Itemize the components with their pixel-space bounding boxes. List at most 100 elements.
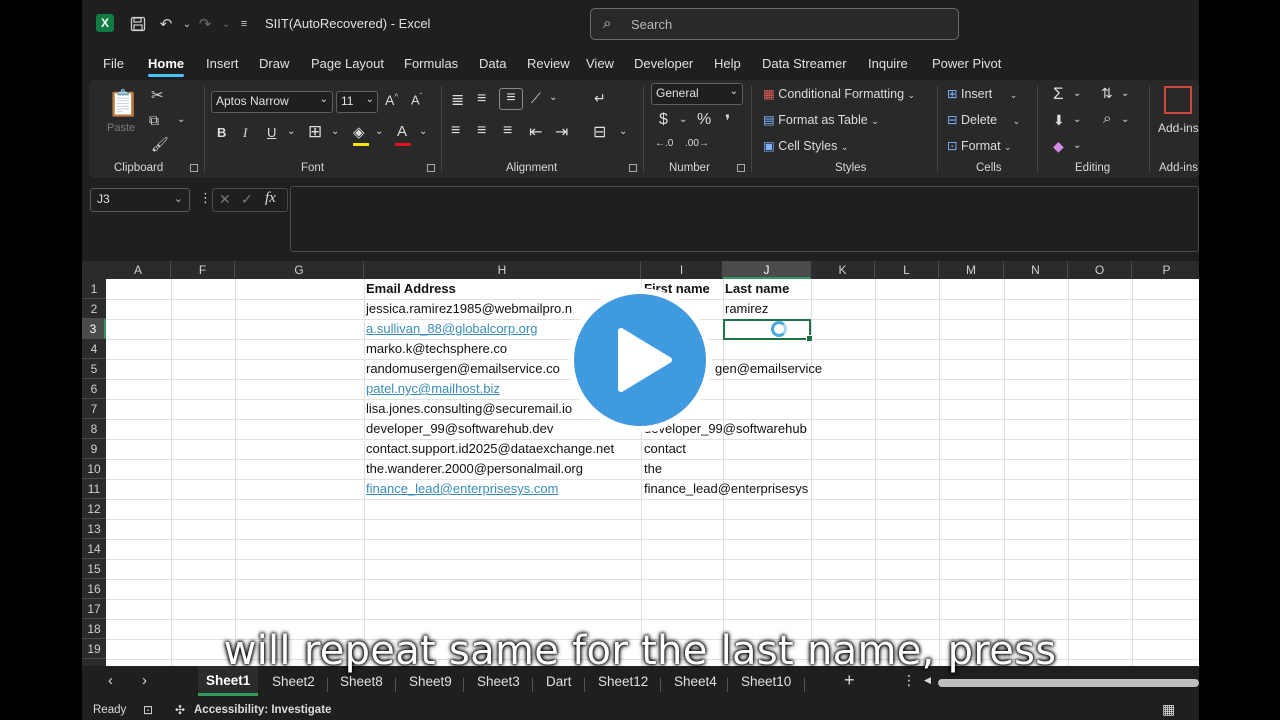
cell-h8[interactable]: developer_99@softwarehub.dev <box>366 419 553 439</box>
cut-icon[interactable]: ✂ <box>151 86 164 104</box>
row-header[interactable]: 17 <box>82 599 106 619</box>
cell-i5[interactable]: gen@emailservice <box>715 359 822 379</box>
orientation-dropdown-icon[interactable]: ⌄ <box>549 92 557 103</box>
sheet-tab-sheet8[interactable]: Sheet8 <box>340 674 383 689</box>
cell-h10[interactable]: the.wanderer.2000@personalmail.org <box>366 459 583 479</box>
cell-h11[interactable]: finance_lead@enterprisesys.com <box>366 479 558 499</box>
redo-icon[interactable]: ↷ <box>195 14 215 34</box>
merge-dropdown-icon[interactable]: ⌄ <box>619 126 627 137</box>
tab-inquire[interactable]: Inquire <box>868 56 908 71</box>
cell-h6[interactable]: patel.nyc@mailhost.biz <box>366 379 500 399</box>
row-header[interactable]: 9 <box>82 439 106 459</box>
tab-view[interactable]: View <box>586 56 614 71</box>
enter-icon[interactable]: ✓ <box>241 191 253 208</box>
column-header-k[interactable]: K <box>811 261 875 279</box>
customize-toolbar-icon[interactable]: ≡ <box>234 14 254 34</box>
row-header[interactable]: 15 <box>82 559 106 579</box>
cancel-icon[interactable]: ✕ <box>219 191 231 208</box>
italic-icon[interactable]: I <box>243 125 247 141</box>
row-header[interactable]: 13 <box>82 519 106 539</box>
horizontal-scrollbar[interactable] <box>938 679 1199 687</box>
cell-i10[interactable]: the <box>644 459 662 479</box>
align-middle-icon[interactable]: ≡ <box>477 90 486 108</box>
sheet-tab-sheet12[interactable]: Sheet12 <box>598 674 648 689</box>
sheet-tab-sheet4[interactable]: Sheet4 <box>674 674 717 689</box>
next-sheet-icon[interactable]: › <box>142 672 147 689</box>
borders-icon[interactable]: ⊞ <box>308 122 322 142</box>
tab-developer[interactable]: Developer <box>634 56 693 71</box>
undo-dropdown-icon[interactable]: ⌄ <box>177 14 197 34</box>
align-center-icon[interactable]: ≡ <box>477 122 486 140</box>
font-size-dropdown[interactable]: 11 ⌄ <box>336 91 378 113</box>
row-header[interactable]: 12 <box>82 499 106 519</box>
comma-style-icon[interactable]: ❜ <box>725 111 730 131</box>
clipboard-launcher-icon[interactable] <box>190 164 198 172</box>
sheet-tab-sheet9[interactable]: Sheet9 <box>409 674 452 689</box>
insert-cells-button[interactable]: ⊞ Insert ⌄ <box>947 86 1017 101</box>
row-header[interactable]: 4 <box>82 339 106 359</box>
redo-dropdown-icon[interactable]: ⌄ <box>216 14 236 34</box>
accessibility-status[interactable]: Accessibility: Investigate <box>194 704 331 716</box>
conditional-formatting-button[interactable]: ▦ Conditional Formatting ⌄ <box>763 86 915 101</box>
clear-dropdown-icon[interactable]: ⌄ <box>1073 140 1081 151</box>
row-header[interactable]: 7 <box>82 399 106 419</box>
percent-icon[interactable]: % <box>697 111 711 129</box>
column-header-p[interactable]: P <box>1132 261 1199 279</box>
sort-dropdown-icon[interactable]: ⌄ <box>1121 88 1129 99</box>
row-header[interactable]: 6 <box>82 379 106 399</box>
cell-h7[interactable]: lisa.jones.consulting@securemail.io <box>366 399 572 419</box>
font-launcher-icon[interactable] <box>427 164 435 172</box>
sheet-tab-sheet10[interactable]: Sheet10 <box>741 674 791 689</box>
sheet-tab-dart[interactable]: Dart <box>546 674 572 689</box>
find-dropdown-icon[interactable]: ⌄ <box>1121 114 1129 125</box>
tab-data[interactable]: Data <box>479 56 506 71</box>
prev-sheet-icon[interactable]: ‹ <box>108 672 113 689</box>
tab-formulas[interactable]: Formulas <box>404 56 458 71</box>
cell-h5[interactable]: randomusergen@emailservice.co <box>366 359 560 379</box>
name-box[interactable]: J3 ⌄ <box>90 188 190 212</box>
align-bottom-icon[interactable]: ≡ <box>499 88 523 110</box>
paste-label[interactable]: Paste <box>107 122 135 134</box>
row-header[interactable]: 1 <box>82 279 106 299</box>
column-header-o[interactable]: O <box>1068 261 1132 279</box>
tab-power-pivot[interactable]: Power Pivot <box>932 56 1001 71</box>
normal-view-icon[interactable]: ▦ <box>1162 701 1175 718</box>
fill-dropdown-icon[interactable]: ⌄ <box>375 126 383 137</box>
cell-styles-button[interactable]: ▣ Cell Styles ⌄ <box>763 138 848 153</box>
save-icon[interactable] <box>128 14 148 34</box>
number-launcher-icon[interactable] <box>737 164 745 172</box>
increase-indent-icon[interactable]: ⇥ <box>555 122 568 142</box>
fill-icon[interactable]: ⬇ <box>1053 112 1065 129</box>
row-header[interactable]: 2 <box>82 299 106 319</box>
undo-icon[interactable]: ↶ <box>156 14 176 34</box>
more-options-icon[interactable]: ⋮ <box>199 190 212 206</box>
fill-dropdown-icon[interactable]: ⌄ <box>1073 114 1081 125</box>
format-cells-button[interactable]: ⊡ Format ⌄ <box>947 138 1012 153</box>
column-header-j[interactable]: J <box>723 261 811 279</box>
number-format-dropdown[interactable]: General ⌄ <box>651 83 743 105</box>
tab-file[interactable]: File <box>103 56 124 71</box>
search-input[interactable]: ⌕ Search <box>590 8 959 40</box>
accessibility-icon[interactable]: ✣ <box>175 703 185 717</box>
align-left-icon[interactable]: ≡ <box>451 122 460 140</box>
tab-data-streamer[interactable]: Data Streamer <box>762 56 847 71</box>
cell-i11[interactable]: finance_lead@enterprisesys <box>644 479 808 499</box>
autosum-dropdown-icon[interactable]: ⌄ <box>1073 88 1081 99</box>
merge-center-icon[interactable]: ⊟ <box>593 122 606 142</box>
increase-decimal-icon[interactable]: ←.0 <box>655 138 673 149</box>
alignment-launcher-icon[interactable] <box>629 164 637 172</box>
add-ins-icon[interactable] <box>1164 86 1192 114</box>
cell-h4[interactable]: marko.k@techsphere.co <box>366 339 507 359</box>
cell-i9[interactable]: contact <box>644 439 686 459</box>
paste-icon[interactable]: 📋 <box>107 88 139 119</box>
row-header[interactable]: 10 <box>82 459 106 479</box>
select-all-corner[interactable] <box>82 261 106 279</box>
tab-draw[interactable]: Draw <box>259 56 289 71</box>
align-right-icon[interactable]: ≡ <box>503 122 512 140</box>
clear-icon[interactable]: ◆ <box>1053 138 1064 155</box>
decrease-indent-icon[interactable]: ⇤ <box>529 122 542 142</box>
sort-filter-icon[interactable]: ⇅ <box>1101 85 1113 102</box>
row-header[interactable]: 3 <box>82 319 106 339</box>
find-select-icon[interactable]: ⌕ <box>1103 110 1111 127</box>
column-header-g[interactable]: G <box>235 261 364 279</box>
